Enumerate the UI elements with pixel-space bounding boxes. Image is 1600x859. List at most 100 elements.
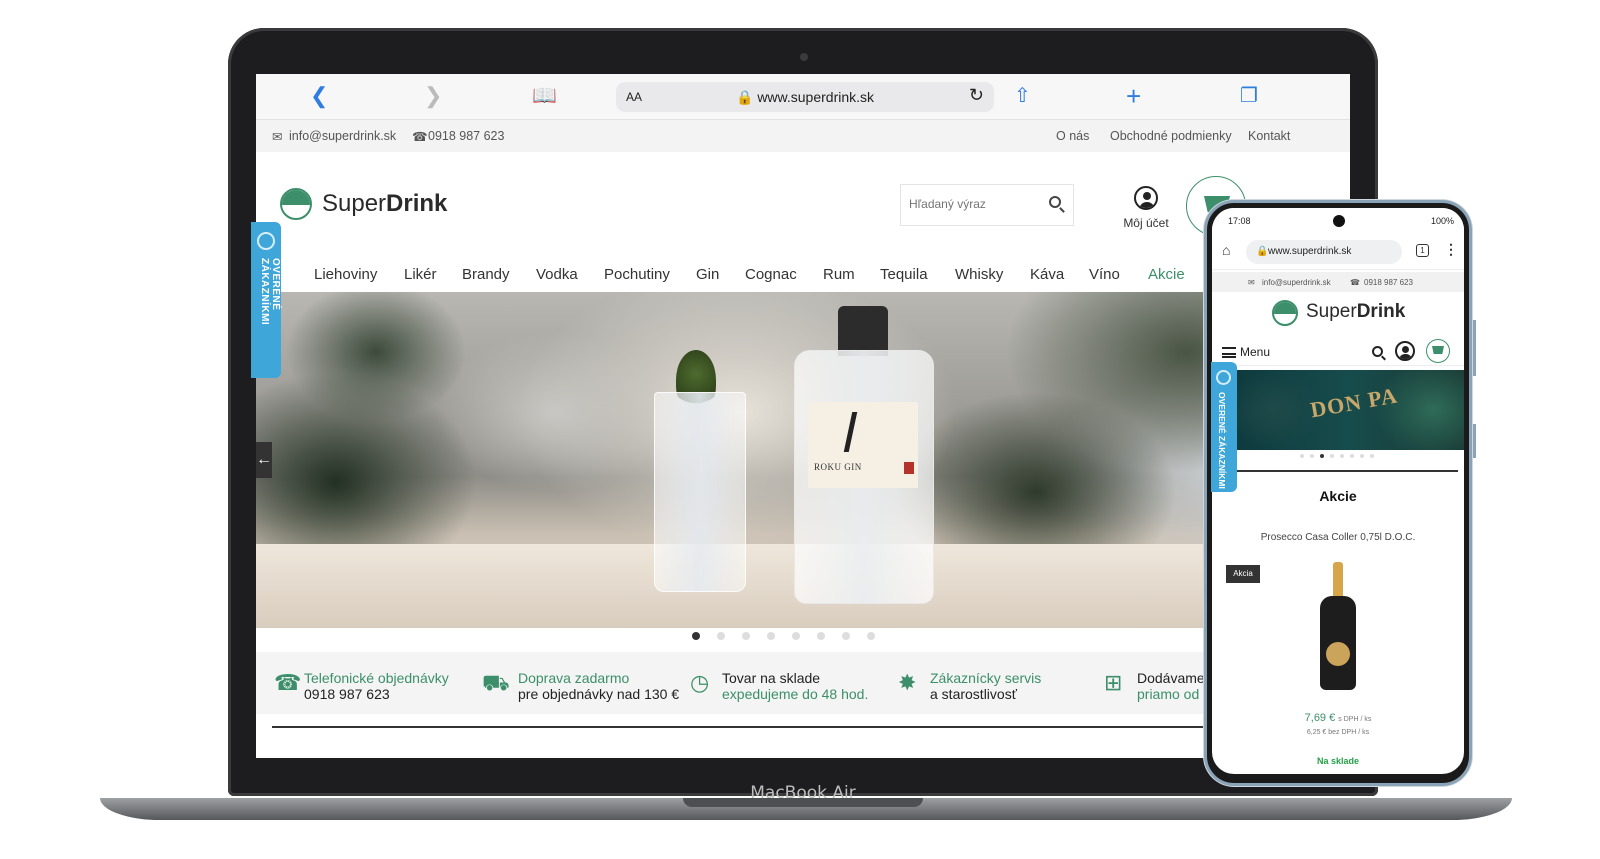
phone-email-link[interactable]: info@superdrink.sk xyxy=(1262,278,1331,287)
laptop-screen: ❮ ❯ 📖 AA 🔒 www.superdrink.sk ↻ ⇧ + ❐ ✉ i… xyxy=(256,74,1350,758)
user-icon[interactable] xyxy=(1395,341,1415,361)
email-link[interactable]: info@superdrink.sk xyxy=(289,129,396,143)
feature-customer-service: Zákaznícky servis a starostlivosť xyxy=(930,670,1042,702)
slider-dot[interactable] xyxy=(867,632,875,640)
tabs-icon[interactable]: ❐ xyxy=(1240,84,1258,108)
slider-dot[interactable] xyxy=(842,632,850,640)
nav-item-brandy[interactable]: Brandy xyxy=(462,266,510,283)
link-contact[interactable]: Kontakt xyxy=(1248,129,1290,143)
laptop-camera xyxy=(800,53,808,61)
nav-item-kava[interactable]: Káva xyxy=(1030,266,1064,283)
lock-icon: 🔒 xyxy=(1256,246,1269,257)
badge-logo-icon xyxy=(1216,370,1231,385)
phone-camera xyxy=(1333,215,1345,227)
badge-logo-icon xyxy=(257,232,275,250)
chevron-left-icon[interactable]: ❮ xyxy=(310,84,328,108)
slider-dot[interactable] xyxy=(692,632,700,640)
nav-item-liehoviny[interactable]: Liehoviny xyxy=(314,266,377,283)
link-about[interactable]: O nás xyxy=(1056,129,1089,143)
url-text: 🔒 www.superdrink.sk xyxy=(616,89,994,106)
tabs-count[interactable]: 1 xyxy=(1416,244,1429,257)
status-time: 17:08 xyxy=(1228,216,1251,226)
nav-item-whisky[interactable]: Whisky xyxy=(955,266,1003,283)
logo-icon xyxy=(280,188,312,220)
slider-dot[interactable] xyxy=(1370,454,1374,458)
phone-icon: ☎ xyxy=(1350,278,1360,287)
verified-badge-text: OVERENÉ ZÁKAZNÍKMI xyxy=(259,258,281,326)
phone-screen: 17:08 100% ⌂ 🔒 www.superdrink.sk 1 ⋮ ✉ i… xyxy=(1212,208,1464,774)
phone-banner[interactable]: DON PA xyxy=(1234,370,1464,450)
url-value: www.superdrink.sk xyxy=(757,89,875,105)
badge-icon: ✸ xyxy=(898,670,917,695)
share-icon[interactable]: ⇧ xyxy=(1014,84,1031,108)
stage: MacBook Air ❮ ❯ 📖 AA 🔒 www.superdrink.sk… xyxy=(0,0,1600,859)
top-info-bar: ✉ info@superdrink.sk ☎ 0918 987 623 O ná… xyxy=(256,120,1350,152)
slider-dot[interactable] xyxy=(1360,454,1364,458)
product-image[interactable] xyxy=(1318,562,1358,690)
chevron-right-icon[interactable]: ❯ xyxy=(424,84,442,108)
hero-slider[interactable]: ROKU GIN xyxy=(256,292,1350,628)
reload-icon[interactable]: ↻ xyxy=(969,85,984,106)
cart-icon[interactable] xyxy=(1426,339,1450,363)
search-icon[interactable] xyxy=(1372,346,1383,357)
lock-icon: 🔒 xyxy=(735,89,754,105)
phone-phone-link[interactable]: 0918 987 623 xyxy=(1364,278,1413,287)
product-price: 7,69 € s DPH / ks xyxy=(1304,712,1372,724)
product-name[interactable]: Prosecco Casa Coller 0,75l D.O.C. xyxy=(1212,532,1464,543)
slider-dot[interactable] xyxy=(1330,454,1334,458)
slider-dot[interactable] xyxy=(817,632,825,640)
phone-url-field[interactable]: 🔒 www.superdrink.sk xyxy=(1246,240,1402,264)
verified-badge[interactable]: OVERENÉ ZÁKAZNÍKMI xyxy=(251,222,281,378)
slider-dot[interactable] xyxy=(742,632,750,640)
search-box xyxy=(900,184,1074,226)
bottle-label-text: ROKU GIN xyxy=(814,462,862,472)
divider xyxy=(272,726,1350,728)
slider-dot[interactable] xyxy=(717,632,725,640)
slider-dot[interactable] xyxy=(767,632,775,640)
slider-dot[interactable] xyxy=(1310,454,1314,458)
book-icon[interactable]: 📖 xyxy=(532,84,557,108)
phone-verified-badge[interactable]: OVERENÉ ZÁKAZNÍKMI xyxy=(1211,362,1237,492)
nav-item-rum[interactable]: Rum xyxy=(823,266,855,283)
account-button[interactable]: Môj účet xyxy=(1116,186,1176,230)
phone-link[interactable]: 0918 987 623 xyxy=(428,129,504,143)
features-strip: ☎ Telefonické objednávky 0918 987 623 ⛟ … xyxy=(256,652,1350,714)
nav-item-akcie[interactable]: Akcie xyxy=(1148,266,1185,283)
user-icon xyxy=(1134,186,1158,210)
clock-icon: ◷ xyxy=(690,670,710,695)
menu-label[interactable]: Menu xyxy=(1240,345,1270,359)
nav-item-tequila[interactable]: Tequila xyxy=(880,266,928,283)
nav-item-vodka[interactable]: Vodka xyxy=(536,266,578,283)
nav-item-vino[interactable]: Víno xyxy=(1089,266,1120,283)
nav-item-gin[interactable]: Gin xyxy=(696,266,719,283)
mail-icon: ✉ xyxy=(272,130,283,144)
search-input[interactable] xyxy=(909,197,1049,211)
slider-prev-button[interactable]: ← xyxy=(256,442,272,478)
home-icon[interactable]: ⌂ xyxy=(1222,242,1230,258)
menu-icon[interactable] xyxy=(1222,347,1236,358)
slider-dot[interactable] xyxy=(792,632,800,640)
nav-item-liker[interactable]: Likér xyxy=(404,266,437,283)
banner-text: DON PA xyxy=(1308,382,1400,423)
account-label: Môj účet xyxy=(1123,216,1169,230)
verified-badge-text: OVERENÉ ZÁKAZNÍKMI xyxy=(1217,392,1227,489)
mail-icon: ✉ xyxy=(1248,278,1255,287)
phone-button xyxy=(1473,424,1476,458)
slider-dot[interactable] xyxy=(1350,454,1354,458)
logo-icon xyxy=(1272,300,1298,326)
address-bar[interactable]: AA 🔒 www.superdrink.sk ↻ xyxy=(616,82,994,112)
nav-item-pochutiny[interactable]: Pochutiny xyxy=(604,266,670,283)
slider-dot[interactable] xyxy=(1320,454,1324,458)
sale-tag: Akcia xyxy=(1226,565,1260,583)
phone-info-bar: ✉ info@superdrink.sk ☎ 0918 987 623 xyxy=(1212,272,1464,292)
nav-item-cognac[interactable]: Cognac xyxy=(745,266,797,283)
more-menu-icon[interactable]: ⋮ xyxy=(1444,241,1458,258)
logo-text: SuperDrink xyxy=(322,190,448,217)
phone-menu-bar: Menu xyxy=(1212,338,1464,366)
slider-dot[interactable] xyxy=(1340,454,1344,458)
link-terms[interactable]: Obchodné podmienky xyxy=(1110,129,1232,143)
slider-dot[interactable] xyxy=(1300,454,1304,458)
search-icon[interactable] xyxy=(1049,196,1061,208)
plus-icon[interactable]: + xyxy=(1126,83,1141,109)
feature-in-stock: Tovar na sklade expedujeme do 48 hod. xyxy=(722,670,869,702)
